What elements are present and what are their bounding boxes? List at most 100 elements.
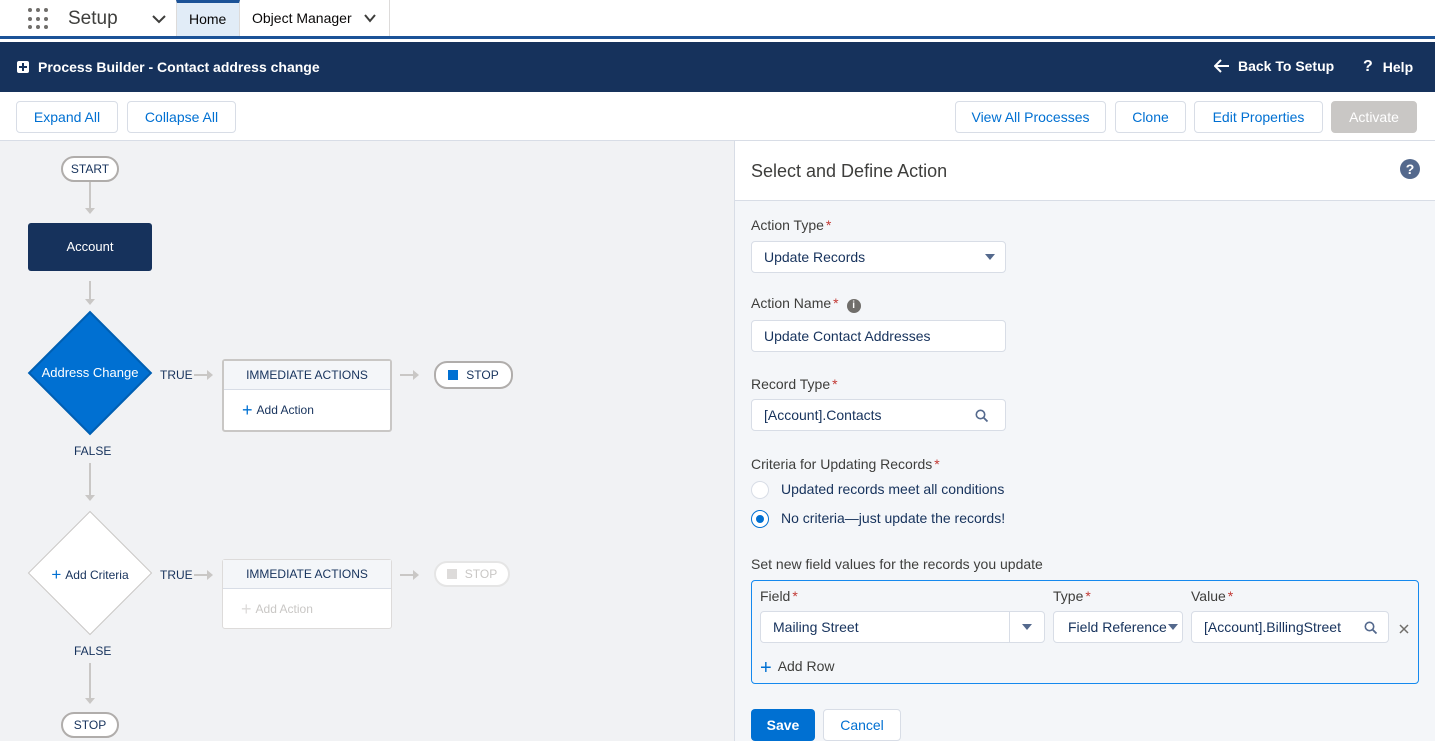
collapse-all-button[interactable]: Collapse All (127, 101, 236, 133)
close-icon[interactable] (1398, 623, 1410, 635)
panel-title: Select and Define Action (751, 161, 948, 181)
back-to-setup-label: Back To Setup (1238, 58, 1335, 74)
search-icon (975, 409, 989, 423)
field-select[interactable]: Mailing Street (760, 611, 1045, 643)
true-label: TRUE (160, 368, 193, 382)
radio-all-conditions-label: Updated records meet all conditions (781, 481, 1005, 497)
record-type-value: [Account].Contacts (764, 407, 882, 423)
required-indicator: * (832, 376, 838, 392)
app-launcher-icon[interactable] (28, 8, 50, 30)
caret-down-icon (1022, 624, 1032, 630)
value-column-header: Value * (1191, 588, 1233, 604)
connector-line (89, 182, 91, 208)
required-indicator: * (833, 295, 839, 311)
action-name-input[interactable]: Update Contact Addresses (751, 320, 1006, 352)
record-type-lookup[interactable]: [Account].Contacts (751, 399, 1006, 431)
panel-header: Select and Define Action ? (735, 141, 1435, 201)
action-type-value: Update Records (764, 249, 866, 265)
true-label: TRUE (160, 568, 193, 582)
add-row-label: Add Row (777, 658, 835, 674)
action-name-label: Action Name * i (751, 295, 861, 313)
connector-line (89, 281, 91, 299)
global-nav: Setup Home Object Manager (0, 0, 1435, 39)
connector-line (194, 574, 208, 576)
add-row-button[interactable]: + Add Row (760, 657, 835, 680)
arrow-down-icon (85, 698, 95, 704)
false-label: FALSE (74, 644, 112, 658)
save-button[interactable]: Save (751, 709, 815, 741)
process-builder-icon (17, 61, 29, 73)
radio-no-criteria[interactable] (751, 510, 769, 528)
add-action-label: Add Action (256, 403, 314, 417)
cancel-button[interactable]: Cancel (823, 709, 901, 741)
required-indicator: * (825, 217, 832, 233)
info-icon[interactable]: i (846, 299, 861, 313)
type-select[interactable]: Field Reference (1053, 611, 1183, 643)
label-text: Field (760, 588, 791, 604)
object-node[interactable]: Account (28, 223, 152, 271)
help-link[interactable]: ? Help (1363, 58, 1413, 76)
label-text: Action Type (751, 217, 824, 233)
chevron-down-icon[interactable] (363, 11, 377, 25)
edit-properties-button[interactable]: Edit Properties (1194, 101, 1323, 133)
stop-icon (446, 569, 457, 579)
add-action-button[interactable]: + Add Action (224, 390, 390, 430)
tab-home[interactable]: Home (176, 0, 240, 37)
toolbar: Expand All Collapse All View All Process… (0, 92, 1435, 141)
help-icon[interactable]: ? (1400, 159, 1420, 179)
page-title: Process Builder - Contact address change (38, 59, 320, 75)
activate-button[interactable]: Activate (1331, 101, 1417, 133)
immediate-actions-box: IMMEDIATE ACTIONS + Add Action (222, 359, 392, 432)
stop-node: STOP (434, 561, 510, 587)
immediate-actions-box: IMMEDIATE ACTIONS + Add Action (222, 559, 392, 629)
arrow-right-icon (413, 370, 419, 380)
plus-icon: + (241, 599, 252, 619)
action-type-label: Action Type * (751, 217, 831, 233)
add-action-label: Add Action (255, 602, 313, 616)
value-lookup[interactable]: [Account].BillingStreet (1191, 611, 1389, 643)
back-to-setup-link[interactable]: Back To Setup (1214, 58, 1334, 74)
connector-line (89, 663, 91, 699)
value-value: [Account].BillingStreet (1204, 619, 1341, 635)
clone-button[interactable]: Clone (1115, 101, 1186, 133)
view-all-processes-button[interactable]: View All Processes (955, 101, 1106, 133)
help-label: Help (1382, 59, 1414, 75)
add-criteria-label: + Add Criteria (28, 565, 152, 585)
type-value: Field Reference (1068, 619, 1167, 635)
false-label: FALSE (74, 444, 112, 458)
connector-line (89, 463, 91, 495)
plus-icon: + (242, 400, 253, 420)
plus-icon: + (51, 565, 62, 584)
stop-icon (448, 370, 459, 380)
chevron-down-icon[interactable] (150, 10, 168, 28)
action-panel: Select and Define Action ? Action Type * … (734, 141, 1435, 741)
arrow-right-icon (413, 570, 419, 580)
panel-body: Action Type * Update Records Action Name *… (735, 201, 1435, 741)
radio-all-conditions[interactable] (751, 481, 769, 499)
connector-line (400, 574, 414, 576)
expand-all-button[interactable]: Expand All (16, 101, 118, 133)
page-header: Process Builder - Contact address change… (0, 42, 1435, 92)
immediate-actions-header: IMMEDIATE ACTIONS (224, 361, 390, 390)
field-column-header: Field * (760, 588, 798, 604)
arrow-down-icon (85, 495, 95, 501)
tab-object-manager[interactable]: Object Manager (240, 0, 390, 37)
action-type-select[interactable]: Update Records (751, 241, 1006, 273)
criteria-label: Address Change (41, 365, 139, 380)
type-column-header: Type * (1053, 588, 1091, 604)
add-action-button[interactable]: + Add Action (223, 589, 391, 629)
stop-label: STOP (466, 368, 499, 382)
label-text: Criteria for Updating Records (751, 456, 933, 472)
divider (1009, 612, 1010, 642)
app-name: Setup (68, 8, 118, 29)
immediate-actions-header: IMMEDIATE ACTIONS (223, 560, 391, 589)
stop-label: STOP (464, 567, 498, 581)
arrow-left-icon (1214, 59, 1229, 73)
label-text: Type (1053, 588, 1084, 604)
arrow-right-icon (207, 370, 213, 380)
caret-down-icon (1168, 624, 1178, 630)
connector-line (400, 374, 414, 376)
radio-no-criteria-label: No criteria—just update the records! (781, 510, 1006, 526)
question-icon: ? (1363, 58, 1373, 75)
connector-line (194, 374, 208, 376)
